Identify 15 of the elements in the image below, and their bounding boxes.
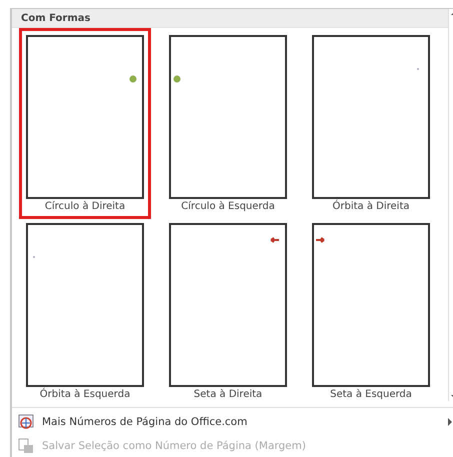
dot-icon: [130, 76, 136, 82]
save-icon: [18, 438, 34, 454]
arrow-icon: [315, 237, 325, 243]
page-number-option[interactable]: Seta à Direita: [162, 216, 294, 407]
menu-item[interactable]: Mais Números de Página do Office.com: [12, 410, 453, 434]
dot-icon: [174, 76, 180, 82]
globe-icon: [18, 414, 34, 430]
submenu-arrow-icon: [448, 418, 453, 426]
page-number-option[interactable]: Seta à Esquerda: [305, 216, 437, 407]
page-number-option[interactable]: Órbita à Esquerda: [19, 216, 151, 407]
arrow-icon: [270, 237, 280, 243]
page-number-option[interactable]: Círculo à Direita: [19, 28, 151, 219]
page-number-option[interactable]: Órbita à Direita: [305, 28, 437, 219]
section-title: Com Formas: [12, 9, 448, 28]
page-number-option[interactable]: Círculo à Esquerda: [162, 28, 294, 219]
